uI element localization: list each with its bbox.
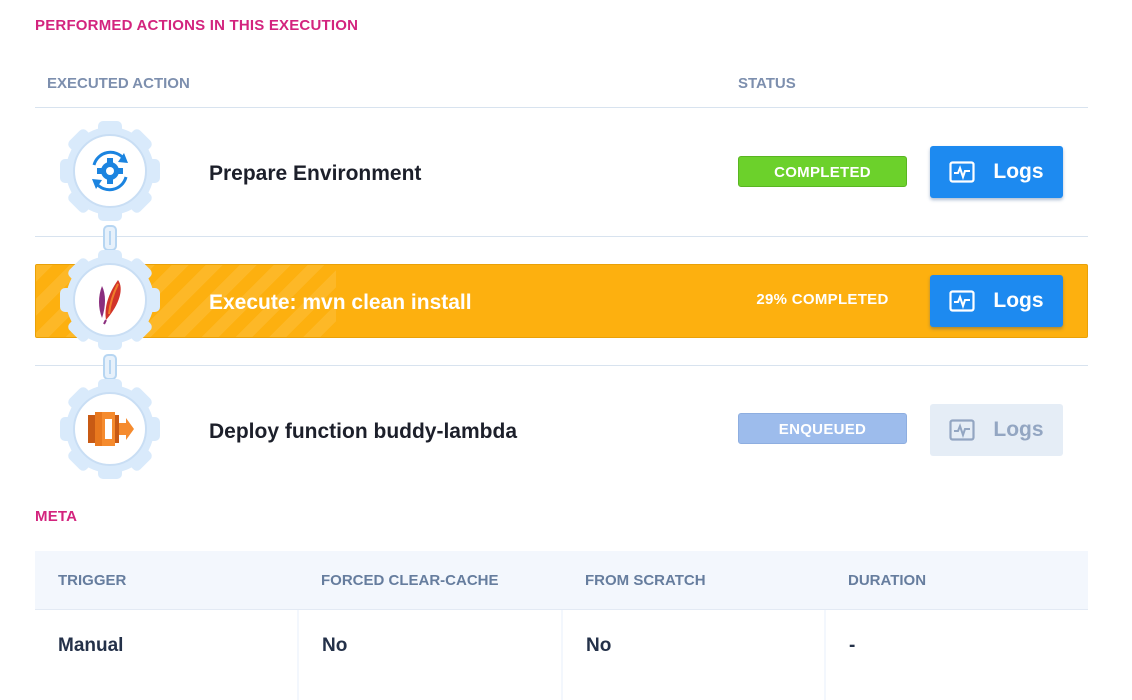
status-badge-completed: COMPLETED — [738, 156, 907, 187]
status-progress-text: 29% COMPLETED — [756, 291, 889, 308]
row-divider — [35, 236, 1088, 237]
logs-button[interactable]: Logs — [930, 275, 1063, 327]
status-badge-enqueued: ENQUEUED — [738, 413, 907, 444]
meta-header-forced-clear-cache: FORCED CLEAR-CACHE — [321, 572, 499, 589]
meta-cell — [826, 610, 1088, 700]
header-divider — [35, 107, 1088, 108]
action-name: Prepare Environment — [209, 162, 422, 185]
meta-value-forced-clear-cache: No — [322, 635, 348, 656]
column-header-executed-action: EXECUTED ACTION — [47, 75, 190, 92]
action-name: Execute: mvn clean install — [209, 291, 472, 314]
column-header-status: STATUS — [738, 75, 796, 92]
meta-value-trigger: Manual — [58, 635, 124, 656]
activity-monitor-icon — [949, 419, 976, 441]
meta-header-from-scratch: FROM SCRATCH — [585, 572, 706, 589]
meta-header-trigger: TRIGGER — [58, 572, 127, 589]
activity-monitor-icon — [949, 290, 976, 312]
action-gear-badge — [57, 247, 163, 353]
gear-sync-icon — [92, 150, 128, 192]
meta-value-duration: - — [849, 635, 856, 656]
action-gear-badge — [57, 118, 163, 224]
apache-maven-feather-icon — [99, 280, 121, 325]
logs-button-label: Logs — [993, 160, 1044, 183]
logs-button[interactable]: Logs — [930, 404, 1063, 456]
aws-lambda-icon — [88, 412, 134, 446]
section-title-meta: META — [35, 508, 78, 525]
activity-monitor-icon — [949, 161, 976, 183]
section-title-actions: PERFORMED ACTIONS IN THIS EXECUTION — [35, 17, 359, 34]
meta-value-from-scratch: No — [586, 635, 612, 656]
logs-button-label: Logs — [993, 289, 1044, 312]
meta-header-duration: DURATION — [848, 572, 927, 589]
action-name: Deploy function buddy-lambda — [209, 420, 517, 443]
logs-button[interactable]: Logs — [930, 146, 1063, 198]
action-gear-badge — [57, 376, 163, 482]
logs-button-label: Logs — [993, 418, 1044, 441]
row-divider — [35, 365, 1088, 366]
